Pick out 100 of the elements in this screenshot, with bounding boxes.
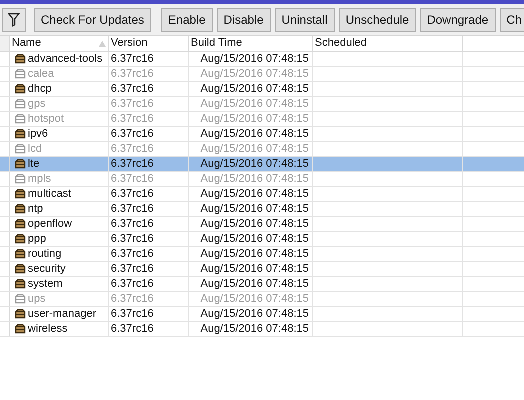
table-cell: multicast (28, 187, 72, 201)
package-icon (15, 159, 26, 169)
package-icon (15, 219, 26, 229)
table-cell: security (28, 262, 66, 276)
table-cell: Aug/15/2016 07:48:15 (200, 52, 309, 66)
table-cell: 6.37rc16 (111, 127, 154, 141)
table-cell: dhcp (28, 82, 52, 96)
table-cell: ups (28, 292, 46, 306)
table-row[interactable]: ntp 6.37rc16 Aug/15/2016 07:48:15 (0, 202, 524, 217)
table-row[interactable]: lte 6.37rc16 Aug/15/2016 07:48:15 (0, 157, 524, 172)
package-icon (15, 54, 26, 64)
table-cell: lcd (28, 142, 42, 156)
table-cell: 6.37rc16 (111, 52, 154, 66)
table-cell: 6.37rc16 (111, 82, 154, 96)
table-cell: calea (28, 67, 54, 81)
table-cell: 6.37rc16 (111, 307, 154, 321)
table-cell: Aug/15/2016 07:48:15 (200, 307, 309, 321)
table-row[interactable]: ipv6 6.37rc16 Aug/15/2016 07:48:15 (0, 127, 524, 142)
column-header[interactable]: Name (10, 36, 109, 51)
table-cell: 6.37rc16 (111, 232, 154, 246)
table-cell: 6.37rc16 (111, 157, 154, 171)
package-icon (15, 279, 26, 289)
package-icon (15, 174, 26, 184)
table-cell: 6.37rc16 (111, 247, 154, 261)
toolbar-button[interactable]: Downgrade (420, 8, 496, 32)
table-row[interactable]: advanced-tools 6.37rc16 Aug/15/2016 07:48:15 (0, 52, 524, 67)
table-cell: Aug/15/2016 07:48:15 (200, 67, 309, 81)
package-icon (15, 99, 26, 109)
table-row[interactable]: openflow 6.37rc16 Aug/15/2016 07:48:15 (0, 217, 524, 232)
table-cell: system (28, 277, 63, 291)
package-icon (15, 189, 26, 199)
table-cell: 6.37rc16 (111, 277, 154, 291)
table-row[interactable]: dhcp 6.37rc16 Aug/15/2016 07:48:15 (0, 82, 524, 97)
table-cell: Aug/15/2016 07:48:15 (200, 217, 309, 231)
toolbar-button[interactable]: Check For Updates (34, 8, 152, 32)
table-cell: Aug/15/2016 07:48:15 (200, 202, 309, 216)
table-cell: Aug/15/2016 07:48:15 (200, 127, 309, 141)
package-icon (15, 114, 26, 124)
table-cell: Aug/15/2016 07:48:15 (200, 172, 309, 186)
package-icon (15, 324, 26, 334)
table-cell: 6.37rc16 (111, 322, 154, 336)
table-row[interactable]: system 6.37rc16 Aug/15/2016 07:48:15 (0, 277, 524, 292)
table-cell: Aug/15/2016 07:48:15 (200, 82, 309, 96)
table-row[interactable]: multicast 6.37rc16 Aug/15/2016 07:48:15 (0, 187, 524, 202)
table-row[interactable]: wireless 6.37rc16 Aug/15/2016 07:48:15 (0, 322, 524, 337)
table-cell: Aug/15/2016 07:48:15 (200, 112, 309, 126)
table-cell: 6.37rc16 (111, 97, 154, 111)
package-icon (15, 69, 26, 79)
column-header[interactable]: Version (109, 36, 189, 51)
toolbar-button[interactable]: Enable (161, 8, 213, 32)
table-cell: 6.37rc16 (111, 262, 154, 276)
toolbar-button[interactable]: Disable (216, 8, 271, 32)
table-row[interactable]: ppp 6.37rc16 Aug/15/2016 07:48:15 (0, 232, 524, 247)
table-cell: 6.37rc16 (111, 187, 154, 201)
package-icon (15, 309, 26, 319)
table-cell: Aug/15/2016 07:48:15 (200, 262, 309, 276)
filter-button[interactable] (2, 8, 26, 32)
table-cell: 6.37rc16 (111, 142, 154, 156)
table-cell: user-manager (28, 307, 96, 321)
package-icon (15, 264, 26, 274)
table-cell: Aug/15/2016 07:48:15 (200, 97, 309, 111)
table-cell: ntp (28, 202, 44, 216)
package-icon (15, 204, 26, 214)
table-cell: mpls (28, 172, 52, 186)
table-cell: 6.37rc16 (111, 112, 154, 126)
table-cell: 6.37rc16 (111, 202, 154, 216)
table-cell: Aug/15/2016 07:48:15 (200, 142, 309, 156)
table-cell: Aug/15/2016 07:48:15 (200, 277, 309, 291)
package-icon (15, 249, 26, 259)
package-icon (15, 129, 26, 139)
toolbar-button[interactable]: Ch (500, 8, 524, 32)
package-icon (15, 294, 26, 304)
toolbar-button[interactable]: Unschedule (338, 8, 416, 32)
table-cell: Aug/15/2016 07:48:15 (200, 187, 309, 201)
package-icon (15, 84, 26, 94)
column-header[interactable]: Build Time (189, 36, 313, 51)
table-cell: ppp (28, 232, 46, 246)
table-cell: routing (28, 247, 62, 261)
table-cell: 6.37rc16 (111, 67, 154, 81)
table-cell: 6.37rc16 (111, 172, 154, 186)
table-cell: Aug/15/2016 07:48:15 (200, 247, 309, 261)
table-cell: gps (28, 97, 46, 111)
table-row[interactable]: security 6.37rc16 Aug/15/2016 07:48:15 (0, 262, 524, 277)
table-row[interactable]: user-manager 6.37rc16 Aug/15/2016 07:48:15 (0, 307, 524, 322)
package-icon (15, 234, 26, 244)
table-cell: lte (28, 157, 40, 171)
table-cell: ipv6 (28, 127, 48, 141)
table-cell: wireless (28, 322, 68, 336)
table-row[interactable]: routing 6.37rc16 Aug/15/2016 07:48:15 (0, 247, 524, 262)
table-cell: Aug/15/2016 07:48:15 (200, 322, 309, 336)
table-cell: Aug/15/2016 07:48:15 (200, 157, 309, 171)
column-header[interactable]: Scheduled (313, 36, 463, 51)
package-icon (15, 144, 26, 154)
sort-arrow-icon (99, 40, 106, 46)
filter-icon (8, 12, 20, 26)
table-cell: Aug/15/2016 07:48:15 (200, 232, 309, 246)
table-cell: hotspot (28, 112, 64, 126)
toolbar-button[interactable]: Uninstall (274, 8, 335, 32)
table-cell: 6.37rc16 (111, 292, 154, 306)
table-cell: openflow (28, 217, 72, 231)
